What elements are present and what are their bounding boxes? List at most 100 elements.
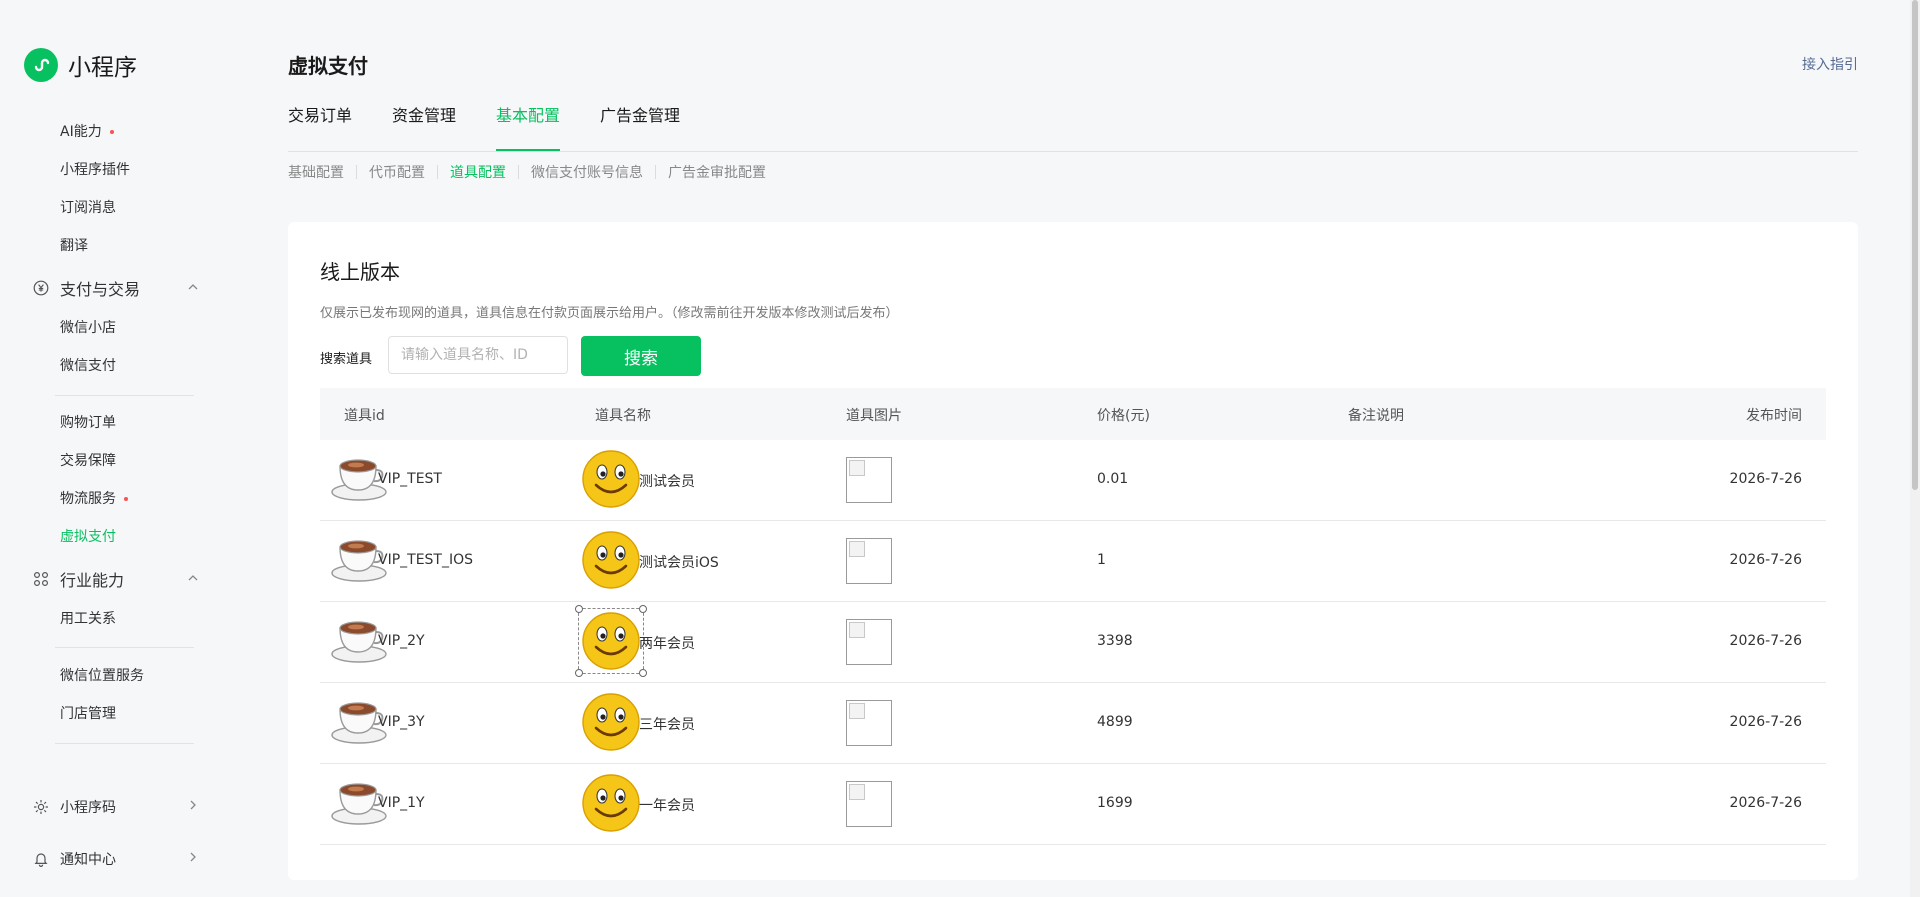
industry-icon <box>32 570 50 588</box>
sub-tabs: 基础配置 代币配置 道具配置 微信支付账号信息 广告金审批配置 <box>288 162 766 182</box>
page-scrollbar[interactable] <box>1910 0 1920 897</box>
table-row: VIP_3Y 三年会员 4899 2026-7-26 <box>320 683 1826 764</box>
table-row: VIP_TEST_IOS 测试会员iOS 1 2026-7-26 <box>320 521 1826 602</box>
sidebar-item-label: 购物订单 <box>60 415 116 431</box>
item-name: 三年会员 <box>639 717 695 733</box>
item-name: 测试会员iOS <box>639 555 719 571</box>
sidebar-item-label: 微信支付 <box>60 358 116 374</box>
resize-handle[interactable] <box>575 669 583 677</box>
smiley-emoji-icon <box>581 449 641 509</box>
item-price: 1699 <box>1097 795 1133 811</box>
tab-fund-management[interactable]: 资金管理 <box>392 105 456 127</box>
sidebar-item-employment[interactable]: 用工关系 <box>60 609 116 629</box>
sidebar-item-ai[interactable]: AI能力 <box>60 122 114 142</box>
item-image <box>846 781 892 827</box>
table-row: VIP_1Y 一年会员 1699 2026-7-26 <box>320 764 1826 845</box>
sidebar-item-label: 虚拟支付 <box>60 529 116 545</box>
column-header-note: 备注说明 <box>1348 408 1404 424</box>
tab-transaction-orders[interactable]: 交易订单 <box>288 105 352 127</box>
table-row: VIP_TEST 测试会员 0.01 2026-7-26 <box>320 440 1826 521</box>
sidebar-item-wechat-pay[interactable]: 微信支付 <box>60 356 116 376</box>
subtab-basic-config[interactable]: 基础配置 <box>288 162 344 182</box>
miniprogram-logo-icon <box>24 48 58 82</box>
item-publish-time: 2026-7-26 <box>1729 552 1802 568</box>
smiley-emoji-icon <box>581 692 641 752</box>
brand[interactable]: 小程序 <box>24 48 137 82</box>
sidebar-item-label: 微信小店 <box>60 320 116 336</box>
column-header-name: 道具名称 <box>595 408 651 424</box>
item-name: 测试会员 <box>639 474 695 490</box>
yen-icon <box>32 279 50 297</box>
tab-basic-config[interactable]: 基本配置 <box>496 105 561 151</box>
sidebar-item-store-management[interactable]: 门店管理 <box>60 704 116 724</box>
item-publish-time: 2026-7-26 <box>1729 795 1802 811</box>
table-header: 道具id 道具名称 道具图片 价格(元) 备注说明 发布时间 <box>320 388 1826 440</box>
item-id: VIP_TEST <box>378 471 442 487</box>
sidebar: 小程序 AI能力 小程序插件 订阅消息 翻译 支付与交易 微信小店 微信支付 购… <box>0 0 220 897</box>
sidebar-item-label: 翻译 <box>60 238 88 254</box>
sidebar-item-label: 交易保障 <box>60 453 116 469</box>
smiley-emoji-icon <box>581 530 641 590</box>
sidebar-item-logistics[interactable]: 物流服务 <box>60 489 128 509</box>
notification-dot <box>124 497 128 501</box>
sidebar-item-label: 门店管理 <box>60 706 116 722</box>
subtab-ad-fund-approval[interactable]: 广告金审批配置 <box>668 162 766 182</box>
resize-handle[interactable] <box>639 669 647 677</box>
item-price: 1 <box>1097 552 1106 568</box>
sidebar-item-shopping-orders[interactable]: 购物订单 <box>60 413 116 433</box>
item-image <box>846 457 892 503</box>
card-description: 仅展示已发布现网的道具，道具信息在付款页面展示给用户。（修改需前往开发版本修改测… <box>320 306 899 321</box>
sidebar-group-payment[interactable]: 支付与交易 <box>32 276 200 300</box>
main-tabs: 交易订单 资金管理 基本配置 广告金管理 <box>288 105 1858 152</box>
sidebar-item-location-service[interactable]: 微信位置服务 <box>60 666 144 686</box>
chevron-up-icon <box>186 279 200 298</box>
item-publish-time: 2026-7-26 <box>1729 633 1802 649</box>
column-header-id: 道具id <box>344 408 385 424</box>
divider <box>356 165 357 179</box>
sidebar-group-label: 支付与交易 <box>60 280 141 299</box>
sidebar-item-label: AI能力 <box>60 124 102 140</box>
column-header-time: 发布时间 <box>1746 408 1802 424</box>
subtab-wechat-pay-account[interactable]: 微信支付账号信息 <box>531 162 643 182</box>
sidebar-item-virtual-pay[interactable]: 虚拟支付 <box>60 527 116 547</box>
online-version-card: 线上版本 仅展示已发布现网的道具，道具信息在付款页面展示给用户。（修改需前往开发… <box>288 222 1858 880</box>
sidebar-bottom-label: 小程序码 <box>60 800 116 816</box>
chevron-right-icon <box>186 850 200 868</box>
qrcode-icon <box>32 798 50 816</box>
card-title: 线上版本 <box>320 260 400 284</box>
sidebar-item-label: 用工关系 <box>60 611 116 627</box>
sidebar-item-label: 物流服务 <box>60 491 116 507</box>
chevron-up-icon <box>186 570 200 589</box>
divider <box>55 743 194 744</box>
sidebar-bottom-label: 通知中心 <box>60 852 116 868</box>
item-image <box>846 700 892 746</box>
resize-handle[interactable] <box>639 605 647 613</box>
tab-ad-fund-management[interactable]: 广告金管理 <box>600 105 680 127</box>
search-label: 搜索道具 <box>320 352 373 367</box>
sidebar-item-trade-guarantee[interactable]: 交易保障 <box>60 451 116 471</box>
sidebar-item-label: 订阅消息 <box>60 200 116 216</box>
bell-icon <box>32 850 50 868</box>
column-header-image: 道具图片 <box>846 408 902 424</box>
scrollbar-thumb[interactable] <box>1912 0 1918 490</box>
items-table: 道具id 道具名称 道具图片 价格(元) 备注说明 发布时间 VIP_TEST … <box>320 388 1826 845</box>
smiley-emoji-icon <box>581 773 641 833</box>
sidebar-bottom-qrcode[interactable]: 小程序码 <box>32 797 200 817</box>
item-price: 0.01 <box>1097 471 1129 487</box>
search-input[interactable] <box>388 336 568 374</box>
divider <box>55 647 194 648</box>
resize-handle[interactable] <box>575 605 583 613</box>
sidebar-item-wechat-store[interactable]: 微信小店 <box>60 318 116 338</box>
subtab-token-config[interactable]: 代币配置 <box>369 162 425 182</box>
sidebar-item-subscribe-message[interactable]: 订阅消息 <box>60 198 116 218</box>
item-id: VIP_3Y <box>378 714 425 730</box>
sidebar-item-plugins[interactable]: 小程序插件 <box>60 160 130 180</box>
divider <box>655 165 656 179</box>
sidebar-group-industry[interactable]: 行业能力 <box>32 567 200 591</box>
sidebar-bottom-notifications[interactable]: 通知中心 <box>32 849 200 869</box>
guide-link[interactable]: 接入指引 <box>1802 54 1858 74</box>
sidebar-item-translate[interactable]: 翻译 <box>60 236 88 256</box>
selection-box[interactable] <box>575 605 647 677</box>
subtab-item-config[interactable]: 道具配置 <box>450 162 506 182</box>
search-button[interactable]: 搜索 <box>581 336 701 376</box>
